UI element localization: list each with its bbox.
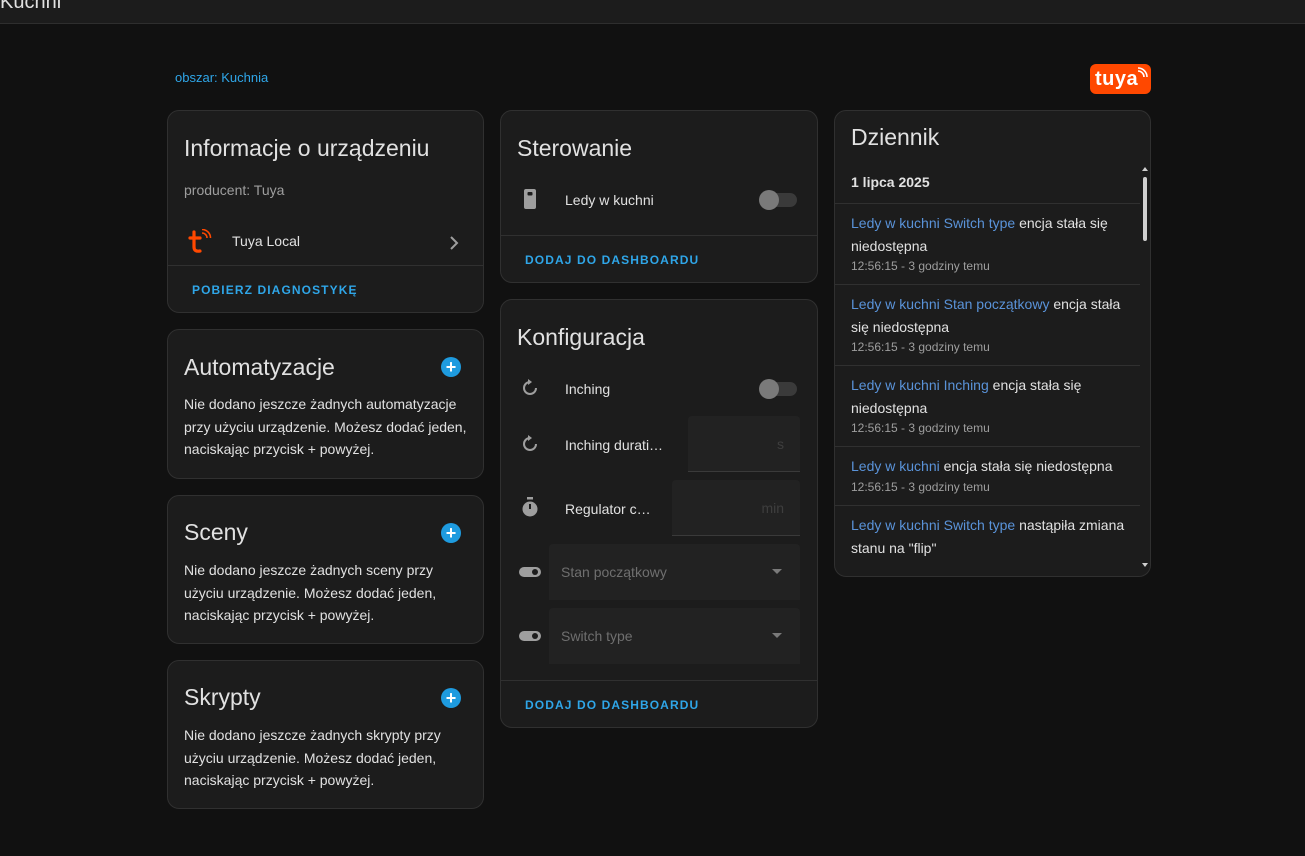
scripts-card: Skrypty + Nie dodano jeszcze żadnych skr…	[167, 660, 484, 809]
wifi-signal-icon	[1137, 67, 1148, 78]
dropdown-arrow-icon	[772, 569, 782, 574]
chevron-right-icon	[450, 236, 459, 250]
timer-icon	[522, 497, 538, 517]
list-item: Ledy w kuchni Switch type nastąpiła zmia…	[835, 505, 1140, 565]
list-item: Ledy w kuchni Inching encja stała się ni…	[835, 365, 1140, 435]
brand-logo-text: tuya	[1095, 68, 1139, 90]
brand-logo: tuya	[1090, 64, 1151, 94]
card-title: Informacje o urządzeniu	[184, 135, 430, 161]
empty-state-text: Nie dodano jeszcze żadnych sceny przy uż…	[184, 562, 437, 623]
toggle-switch-icon	[519, 631, 541, 641]
restart-icon	[523, 435, 537, 451]
card-title: Dziennik	[851, 124, 940, 150]
log-date-header: 1 lipca 2025	[851, 174, 930, 190]
toggle-knob	[759, 379, 779, 399]
scroll-up-arrow-icon[interactable]	[1142, 167, 1148, 171]
light-switch-icon	[524, 189, 536, 209]
timer-label: Regulator cz…	[565, 501, 657, 517]
entity-link[interactable]: Ledy w kuchni Stan początkowy	[851, 296, 1049, 312]
manufacturer-text: producent: Tuya	[184, 182, 285, 198]
entity-link[interactable]: Ledy w kuchni Switch type	[851, 215, 1015, 231]
configuration-card: Konfiguracja Inching Inching durati… s R…	[500, 299, 818, 728]
add-script-icon[interactable]: +	[441, 688, 461, 708]
add-to-dashboard-button[interactable]: DODAJ DO DASHBOARDU	[525, 698, 699, 712]
scenes-card: Sceny + Nie dodano jeszcze żadnych sceny…	[167, 495, 484, 644]
inching-label: Inching	[565, 381, 611, 397]
list-item: Ledy w kuchni Stan początkowy encja stał…	[835, 284, 1140, 354]
toggle-knob	[759, 190, 779, 210]
integration-row[interactable]: Tuya Local	[168, 221, 483, 265]
page-title: Kuchni	[0, 0, 62, 13]
add-automation-icon[interactable]: +	[441, 357, 461, 377]
list-item: Ledy w kuchni Switch type encja stała si…	[835, 203, 1140, 273]
card-title: Sterowanie	[517, 135, 633, 161]
divider	[168, 265, 483, 266]
add-to-dashboard-button[interactable]: DODAJ DO DASHBOARDU	[525, 253, 699, 267]
log-timestamp: 12:56:15 - 3 godziny temu	[851, 340, 990, 354]
led-switch-toggle[interactable]	[759, 190, 797, 210]
card-title: Sceny	[184, 519, 248, 545]
restart-icon	[523, 379, 537, 395]
empty-state-text: Nie dodano jeszcze żadnych automatyzacje…	[184, 396, 467, 457]
log-message: encja stała się niedostępna	[939, 458, 1113, 474]
scroll-thumb[interactable]	[1143, 177, 1147, 241]
switch-type-select[interactable]: Switch type	[549, 608, 800, 664]
logbook-card: Dziennik 1 lipca 2025 Ledy w kuchni Swit…	[834, 110, 1151, 577]
entity-link[interactable]: Ledy w kuchni	[851, 458, 940, 474]
dropdown-arrow-icon	[772, 633, 782, 638]
download-diagnostics-button[interactable]: POBIERZ DIAGNOSTYKĘ	[192, 283, 358, 297]
empty-state-text: Nie dodano jeszcze żadnych skrypty przy …	[184, 727, 441, 788]
controls-card: Sterowanie Ledy w kuchni DODAJ DO DASHBO…	[500, 110, 818, 283]
inching-duration-input[interactable]: s	[688, 416, 800, 472]
entity-link[interactable]: Ledy w kuchni Switch type	[851, 517, 1015, 533]
toggle-switch-icon	[519, 567, 541, 577]
log-timestamp: 12:56:15 - 3 godziny temu	[851, 259, 990, 273]
add-scene-icon[interactable]: +	[441, 523, 461, 543]
card-title: Konfiguracja	[517, 324, 645, 350]
area-link[interactable]: obszar: Kuchnia	[175, 70, 268, 85]
entity-link[interactable]: Ledy w kuchni Inching	[851, 377, 989, 393]
card-title: Automatyzacje	[184, 354, 335, 380]
initial-state-select[interactable]: Stan początkowy	[549, 544, 800, 600]
card-title: Skrypty	[184, 684, 261, 710]
divider	[501, 235, 817, 236]
scroll-down-arrow-icon[interactable]	[1142, 563, 1148, 567]
list-item: Ledy w kuchni encja stała się niedostępn…	[835, 446, 1140, 494]
timer-input[interactable]: min	[672, 480, 800, 536]
logbook-scrollbar[interactable]	[1142, 167, 1148, 567]
top-app-bar: Kuchni	[0, 0, 1305, 24]
integration-label: Tuya Local	[232, 233, 300, 249]
select-label: Switch type	[561, 628, 633, 644]
divider	[501, 680, 817, 681]
select-label: Stan początkowy	[561, 564, 667, 580]
device-info-card: Informacje o urządzeniu producent: Tuya …	[167, 110, 484, 313]
automations-card: Automatyzacje + Nie dodano jeszcze żadny…	[167, 329, 484, 479]
switch-label: Ledy w kuchni	[565, 192, 654, 208]
log-timestamp: 12:56:15 - 3 godziny temu	[851, 421, 990, 435]
inching-toggle[interactable]	[759, 379, 797, 399]
tuya-integration-icon	[188, 229, 212, 253]
log-timestamp: 12:56:15 - 3 godziny temu	[851, 479, 990, 494]
inching-duration-label: Inching durati…	[565, 437, 664, 453]
